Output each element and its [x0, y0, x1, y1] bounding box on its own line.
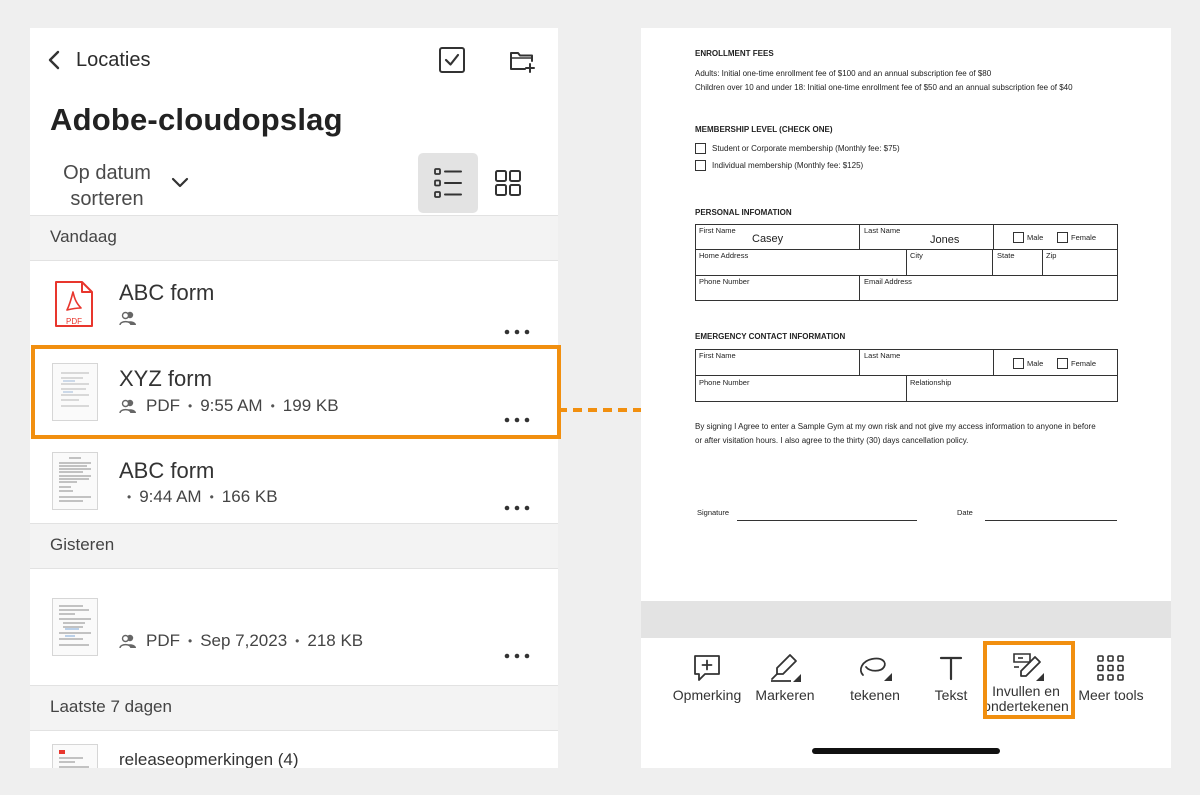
fees-line: Adults: Initial one-time enrollment fee … [695, 69, 992, 78]
comment-tool[interactable]: Opmerking [667, 650, 747, 730]
draw-label: tekenen [850, 687, 900, 703]
draw-tool[interactable]: tekenen [837, 650, 913, 730]
membership-option: Individual membership (Monthly fee: $125… [712, 161, 864, 170]
female-label: Female [1071, 359, 1097, 368]
personal-heading: PERSONAL INFOMATION [695, 208, 792, 217]
highlight-tool[interactable]: Markeren [749, 650, 821, 730]
home-indicator [812, 748, 1000, 754]
table-line [993, 224, 994, 250]
agreement-line: or after visitation hours. I also agree … [695, 436, 969, 445]
page-divider [641, 601, 1171, 638]
highlighter-icon [771, 654, 801, 682]
last-name-field[interactable]: Jones [930, 234, 959, 246]
first-name-field[interactable]: Casey [752, 233, 783, 245]
male-label: Male [1027, 233, 1044, 242]
signature-label: Signature [697, 508, 730, 517]
phone-label: Phone Number [699, 378, 750, 387]
text-label: Tekst [934, 687, 968, 703]
table-line [906, 375, 907, 401]
last-name-label: Last Name [864, 226, 901, 235]
male-checkbox[interactable] [1013, 358, 1024, 369]
document-viewer: ENROLLMENT FEES Adults: Initial one-time… [641, 28, 1171, 768]
female-label: Female [1071, 233, 1097, 242]
comment-add-icon [694, 655, 720, 681]
male-label: Male [1027, 359, 1044, 368]
city-label: City [910, 251, 923, 260]
fees-line: Children over 10 and under 18: Initial o… [695, 83, 1073, 92]
table-line [859, 349, 860, 376]
membership-option: Student or Corporate membership (Monthly… [712, 144, 900, 153]
membership-checkbox[interactable] [695, 143, 706, 154]
comment-label: Opmerking [672, 687, 742, 703]
table-line [859, 275, 860, 300]
male-checkbox[interactable] [1013, 232, 1024, 243]
date-line[interactable] [985, 520, 1117, 521]
more-tools-button[interactable]: Meer tools [1073, 650, 1149, 730]
highlight-label: Markeren [755, 687, 815, 703]
email-label: Email Address [864, 277, 912, 286]
agreement-line: By signing I Agree to enter a Sample Gym… [695, 422, 1096, 431]
fees-heading: ENROLLMENT FEES [695, 49, 774, 58]
state-label: State [997, 251, 1015, 260]
text-tool[interactable]: Tekst [923, 650, 979, 730]
table-line [906, 249, 907, 276]
home-address-label: Home Address [699, 251, 749, 260]
more-tools-label: Meer tools [1078, 687, 1144, 703]
zip-label: Zip [1046, 251, 1057, 260]
relationship-label: Relationship [910, 378, 952, 387]
fill-sign-highlight [983, 641, 1075, 719]
table-line [993, 349, 994, 376]
last-name-label: Last Name [864, 351, 901, 360]
draw-freehand-icon [859, 657, 892, 681]
emergency-heading: EMERGENCY CONTACT INFORMATION [695, 332, 846, 341]
text-icon [939, 656, 963, 681]
membership-heading: MEMBERSHIP LEVEL (CHECK ONE) [695, 125, 833, 134]
table-line [1042, 249, 1043, 276]
signature-line[interactable] [737, 520, 917, 521]
first-name-label: First Name [699, 351, 736, 360]
date-label: Date [957, 508, 973, 517]
table-line [859, 224, 860, 250]
membership-checkbox[interactable] [695, 160, 706, 171]
female-checkbox[interactable] [1057, 358, 1068, 369]
first-name-label: First Name [699, 226, 736, 235]
female-checkbox[interactable] [1057, 232, 1068, 243]
table-line [992, 249, 993, 276]
phone-label: Phone Number [699, 277, 750, 286]
apps-grid-icon [1097, 655, 1124, 681]
